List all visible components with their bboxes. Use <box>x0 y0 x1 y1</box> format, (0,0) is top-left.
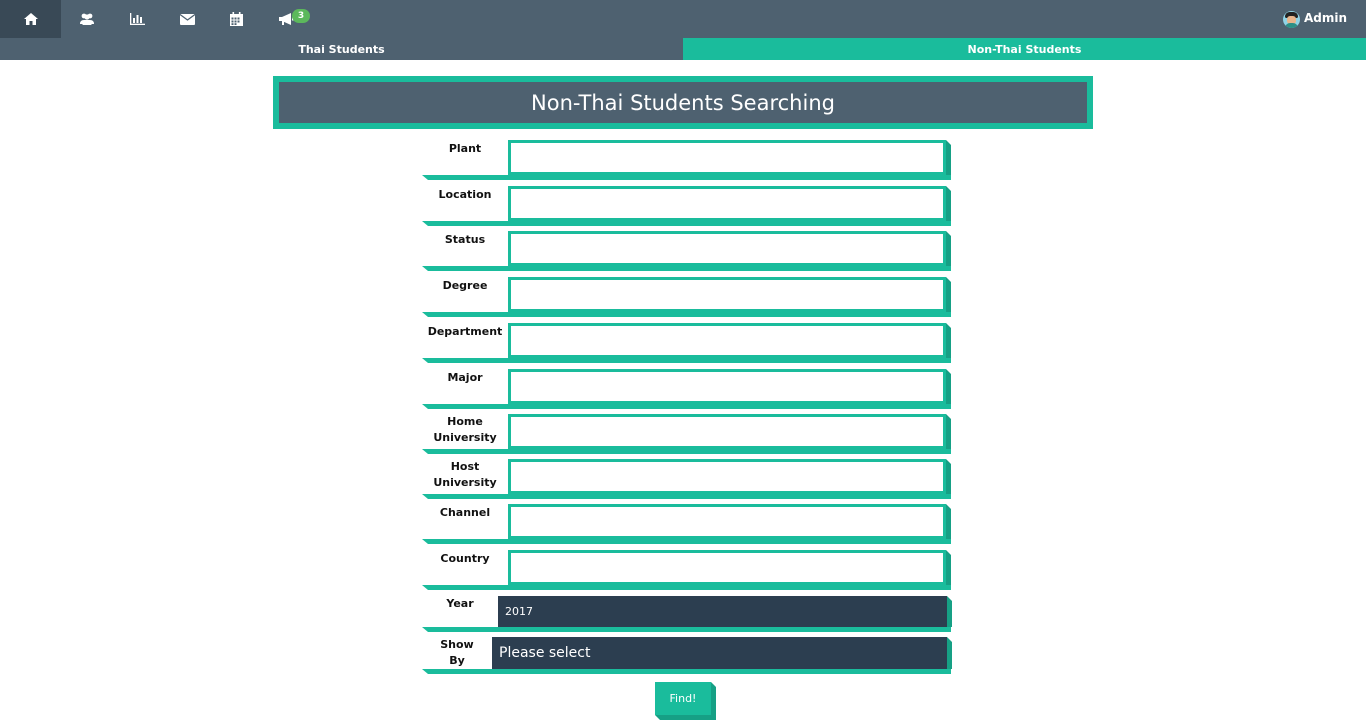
field-label: Home University <box>433 415 497 444</box>
tab-non-thai-students[interactable]: Non-Thai Students <box>683 38 1366 60</box>
status-input[interactable] <box>508 231 946 266</box>
avatar <box>1282 11 1300 28</box>
department-input[interactable] <box>508 323 946 358</box>
calendar-icon[interactable] <box>211 0 262 38</box>
admin-label: Admin <box>1303 11 1347 25</box>
field-label: Major <box>447 371 483 384</box>
field-label: Host University <box>433 460 497 489</box>
host-university-input[interactable] <box>508 459 946 494</box>
field-label: Degree <box>442 279 488 292</box>
field-label: Channel <box>439 506 491 519</box>
country-input[interactable] <box>508 550 946 585</box>
field-label: Status <box>444 233 486 246</box>
notification-badge: 3 <box>292 9 310 23</box>
plant-input[interactable] <box>508 140 946 175</box>
form-row-status: Status <box>422 231 951 271</box>
form-row-channel: Channel <box>422 504 951 544</box>
page-title: Non-Thai Students Searching <box>279 82 1087 123</box>
form-row-home-university: Home University <box>422 414 951 454</box>
bar-chart-icon[interactable] <box>112 0 163 38</box>
show-by-select[interactable]: Please select <box>492 637 947 669</box>
field-label: Plant <box>448 142 482 155</box>
degree-input[interactable] <box>508 277 946 312</box>
major-input[interactable] <box>508 369 946 404</box>
home-icon[interactable] <box>0 0 61 38</box>
users-icon[interactable] <box>61 0 112 38</box>
admin-user-menu[interactable]: Admin <box>1282 8 1347 28</box>
form-row-plant: Plant <box>422 140 951 180</box>
field-label: Department <box>427 325 503 338</box>
form-row-major: Major <box>422 369 951 409</box>
form-row-degree: Degree <box>422 277 951 317</box>
find-button[interactable]: Find! <box>655 682 711 715</box>
form-row-year: Year 2017 <box>422 596 952 632</box>
field-label: Year <box>446 597 474 610</box>
page-title-box: Non-Thai Students Searching <box>273 76 1093 129</box>
field-label: Show By <box>440 638 474 667</box>
top-navbar: 3 Admin <box>0 0 1366 38</box>
tab-thai-students[interactable]: Thai Students <box>0 38 683 60</box>
envelope-icon[interactable] <box>162 0 213 38</box>
channel-input[interactable] <box>508 504 946 539</box>
student-type-tabs: Thai Students Non-Thai Students <box>0 38 1366 60</box>
field-label: Country <box>440 552 490 565</box>
form-row-location: Location <box>422 186 951 226</box>
form-row-show-by: Show By Please select <box>422 637 952 674</box>
home-university-input[interactable] <box>508 414 946 449</box>
form-row-country: Country <box>422 550 951 590</box>
find-button-wrap: Find! <box>655 682 716 720</box>
location-input[interactable] <box>508 186 946 221</box>
form-row-department: Department <box>422 323 951 363</box>
field-label: Location <box>438 188 492 201</box>
form-row-host-university: Host University <box>422 459 951 499</box>
year-select[interactable]: 2017 <box>498 596 947 627</box>
